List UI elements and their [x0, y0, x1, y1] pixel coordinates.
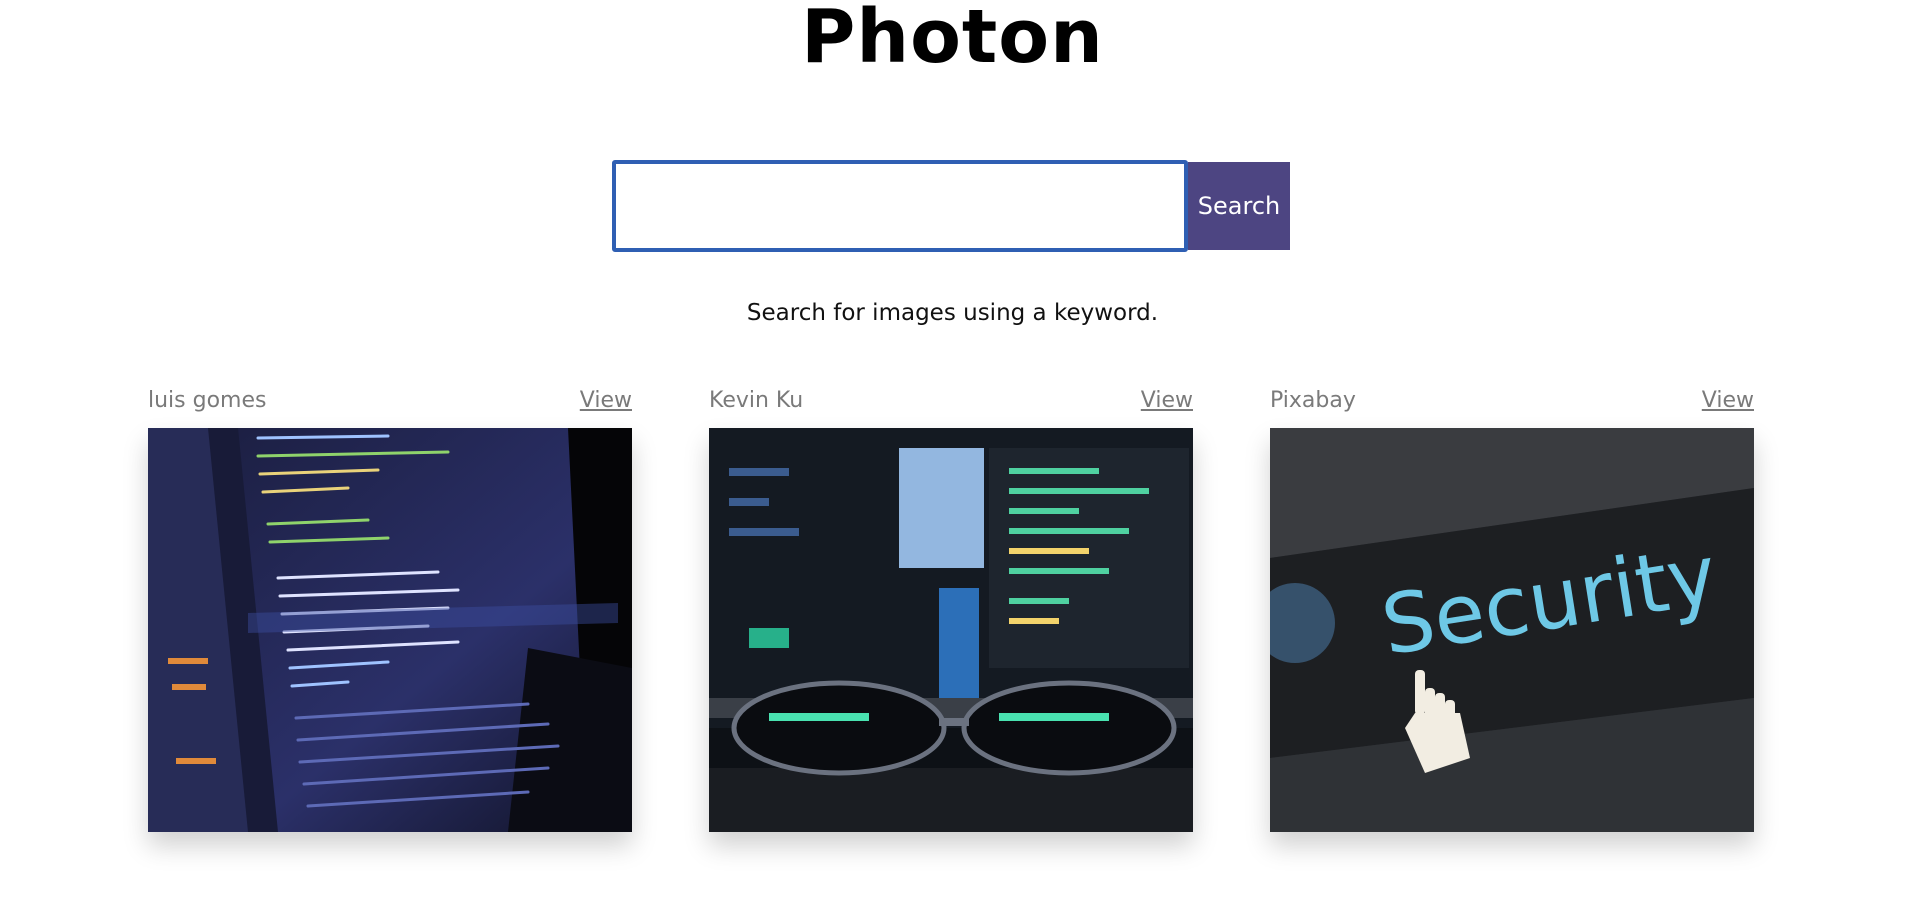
- page: Photon Search Search for images using a …: [0, 0, 1905, 914]
- result-card: luis gomes View: [148, 388, 632, 832]
- view-link[interactable]: View: [1702, 388, 1754, 413]
- monitors-glasses-photo: [709, 428, 1193, 832]
- result-image[interactable]: [709, 428, 1193, 832]
- card-header: Kevin Ku View: [709, 388, 1193, 428]
- card-header: luis gomes View: [148, 388, 632, 428]
- result-card: Pixabay View Security: [1270, 388, 1754, 832]
- author-name: luis gomes: [148, 388, 267, 413]
- card-header: Pixabay View: [1270, 388, 1754, 428]
- page-title: Photon: [801, 0, 1104, 80]
- result-image[interactable]: [148, 428, 632, 832]
- author-name: Pixabay: [1270, 388, 1356, 413]
- search-hint: Search for images using a keyword.: [746, 300, 1159, 326]
- view-link[interactable]: View: [1141, 388, 1193, 413]
- result-image[interactable]: Security: [1270, 428, 1754, 832]
- security-photo: Security: [1270, 428, 1754, 832]
- search-input[interactable]: [612, 160, 1188, 252]
- search-form: Search: [612, 160, 1290, 252]
- search-button[interactable]: Search: [1188, 162, 1290, 250]
- code-editor-photo: [148, 428, 632, 832]
- result-card: Kevin Ku View: [709, 388, 1193, 832]
- author-name: Kevin Ku: [709, 388, 804, 413]
- results-gallery: luis gomes View Kevin Ku View Pixabay Vi…: [148, 388, 1754, 832]
- view-link[interactable]: View: [580, 388, 632, 413]
